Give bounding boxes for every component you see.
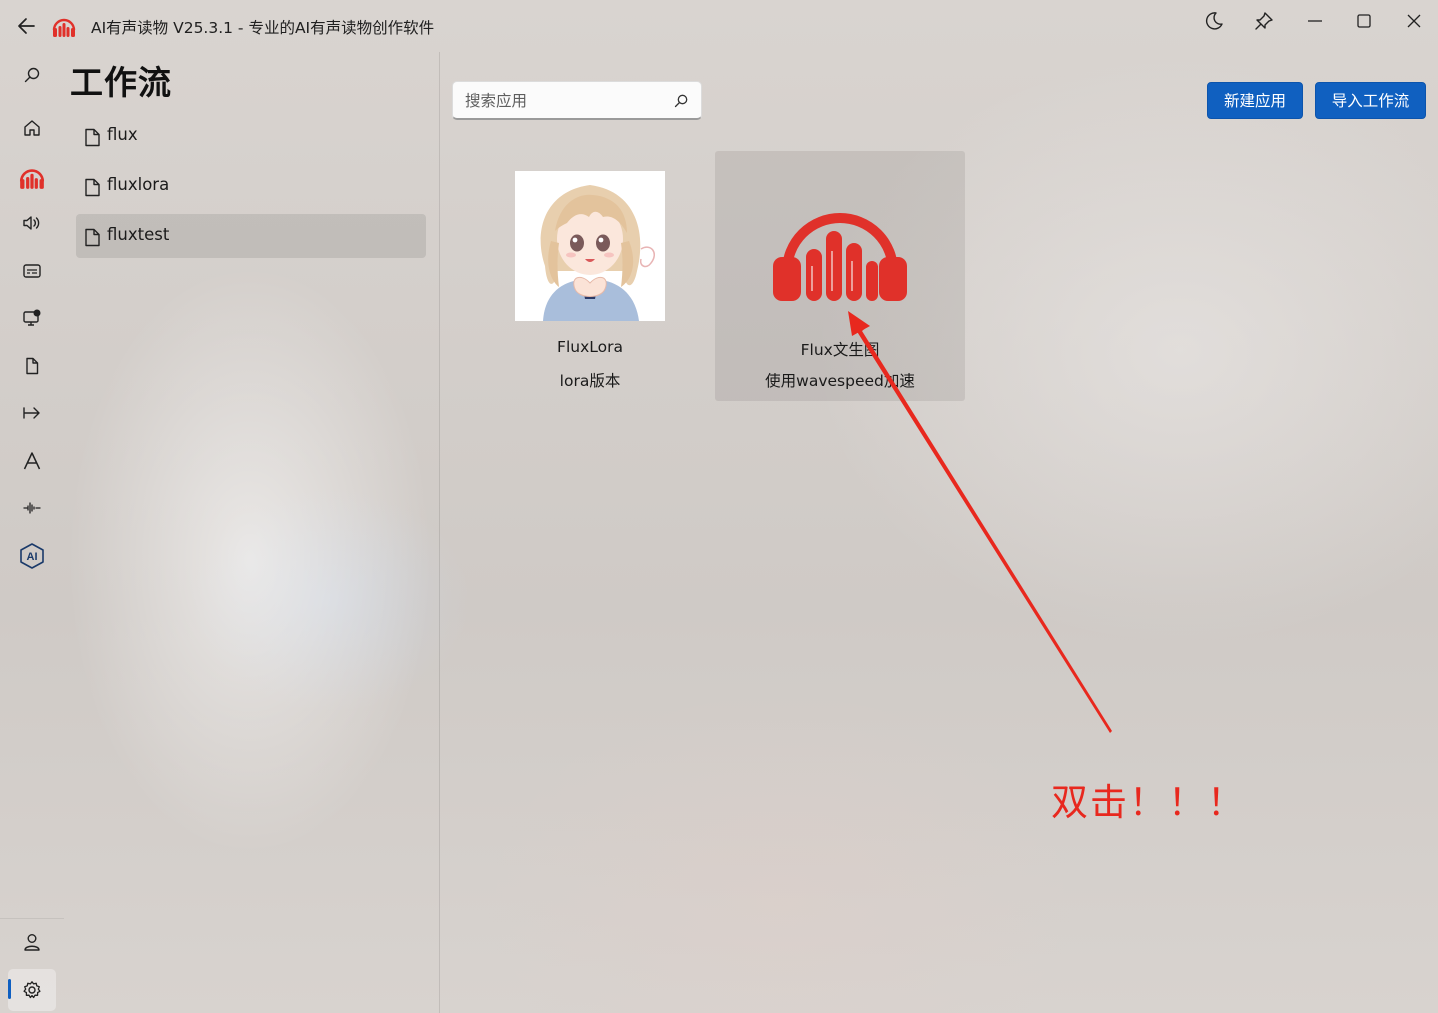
page-title: 工作流 bbox=[70, 63, 172, 102]
app-description: 使用wavespeed加速 bbox=[765, 372, 915, 390]
font-icon bbox=[23, 452, 41, 470]
nav-rail: AI bbox=[0, 52, 64, 1013]
app-name: Flux文生图 bbox=[800, 341, 880, 359]
back-button[interactable] bbox=[12, 11, 42, 41]
app-name: FluxLora bbox=[557, 338, 623, 356]
workflow-panel: 工作流 flux fluxlora fluxtest bbox=[64, 52, 439, 1013]
monitor-settings-icon bbox=[23, 309, 41, 326]
nav-speaker[interactable] bbox=[8, 202, 56, 244]
waveform-icon bbox=[23, 502, 41, 514]
workflow-item-label: fluxtest bbox=[107, 225, 170, 244]
svg-text:AI: AI bbox=[27, 551, 38, 563]
nav-subtitle[interactable] bbox=[8, 250, 56, 292]
home-icon bbox=[24, 120, 40, 136]
nav-document[interactable] bbox=[8, 345, 56, 387]
speaker-icon bbox=[23, 216, 40, 230]
annotation-text: 双击！！！ bbox=[1051, 781, 1246, 824]
app-card-flux-txt2img[interactable]: Flux文生图 使用wavespeed加速 bbox=[715, 151, 965, 401]
gear-icon bbox=[23, 981, 41, 999]
nav-font[interactable] bbox=[8, 440, 56, 482]
subtitle-icon bbox=[23, 264, 41, 278]
pin-button[interactable] bbox=[1244, 6, 1284, 36]
workflow-item-flux[interactable]: flux bbox=[76, 114, 426, 158]
app-logo-icon bbox=[51, 13, 77, 39]
workflow-item-fluxtest[interactable]: fluxtest bbox=[76, 214, 426, 258]
app-search-box[interactable] bbox=[452, 81, 702, 120]
maximize-icon bbox=[1357, 14, 1371, 28]
app-thumbnail bbox=[765, 171, 915, 321]
nav-monitor[interactable] bbox=[8, 297, 56, 339]
workflow-item-label: flux bbox=[107, 125, 138, 144]
pin-icon bbox=[1255, 12, 1273, 30]
window-title: AI有声读物 V25.3.1 - 专业的AI有声读物创作软件 bbox=[91, 19, 435, 37]
nav-waveform[interactable] bbox=[8, 487, 56, 529]
nav-search[interactable] bbox=[8, 54, 56, 96]
nav-account[interactable] bbox=[8, 921, 56, 963]
nav-export[interactable] bbox=[8, 392, 56, 434]
minimize-button[interactable] bbox=[1295, 6, 1335, 36]
title-bar: AI有声读物 V25.3.1 - 专业的AI有声读物创作软件 bbox=[0, 0, 1438, 52]
import-workflow-button[interactable]: 导入工作流 bbox=[1315, 82, 1426, 119]
minimize-icon bbox=[1308, 20, 1322, 22]
ai-badge-icon: AI bbox=[20, 543, 44, 569]
rail-divider bbox=[0, 918, 64, 919]
file-icon bbox=[85, 128, 100, 147]
app-thumbnail bbox=[515, 171, 665, 321]
panel-divider bbox=[439, 52, 440, 1013]
new-app-button[interactable]: 新建应用 bbox=[1207, 82, 1303, 119]
anime-girl-image bbox=[515, 171, 665, 321]
workflow-item-fluxlora[interactable]: fluxlora bbox=[76, 164, 426, 208]
arrow-to-line-icon bbox=[23, 407, 40, 419]
maximize-button[interactable] bbox=[1344, 6, 1384, 36]
back-arrow-icon bbox=[18, 18, 35, 34]
nav-audiobook[interactable] bbox=[8, 156, 56, 198]
file-icon bbox=[85, 228, 100, 247]
headphones-logo-icon bbox=[19, 169, 45, 189]
moon-icon bbox=[1205, 12, 1223, 30]
nav-home[interactable] bbox=[8, 107, 56, 149]
app-card-fluxlora[interactable]: FluxLora lora版本 bbox=[465, 151, 715, 401]
headphones-logo-icon bbox=[773, 213, 907, 301]
search-icon[interactable] bbox=[673, 93, 689, 109]
close-button[interactable] bbox=[1394, 6, 1434, 36]
nav-settings[interactable] bbox=[8, 969, 56, 1011]
workflow-item-label: fluxlora bbox=[107, 175, 170, 194]
search-icon bbox=[24, 67, 40, 83]
document-icon bbox=[26, 357, 39, 375]
theme-toggle-button[interactable] bbox=[1194, 6, 1234, 36]
file-icon bbox=[85, 178, 100, 197]
close-icon bbox=[1407, 14, 1421, 28]
user-icon bbox=[24, 934, 40, 951]
nav-ai[interactable]: AI bbox=[8, 535, 56, 577]
selected-indicator bbox=[8, 979, 11, 999]
app-description: lora版本 bbox=[559, 372, 621, 390]
search-input[interactable] bbox=[465, 90, 660, 112]
